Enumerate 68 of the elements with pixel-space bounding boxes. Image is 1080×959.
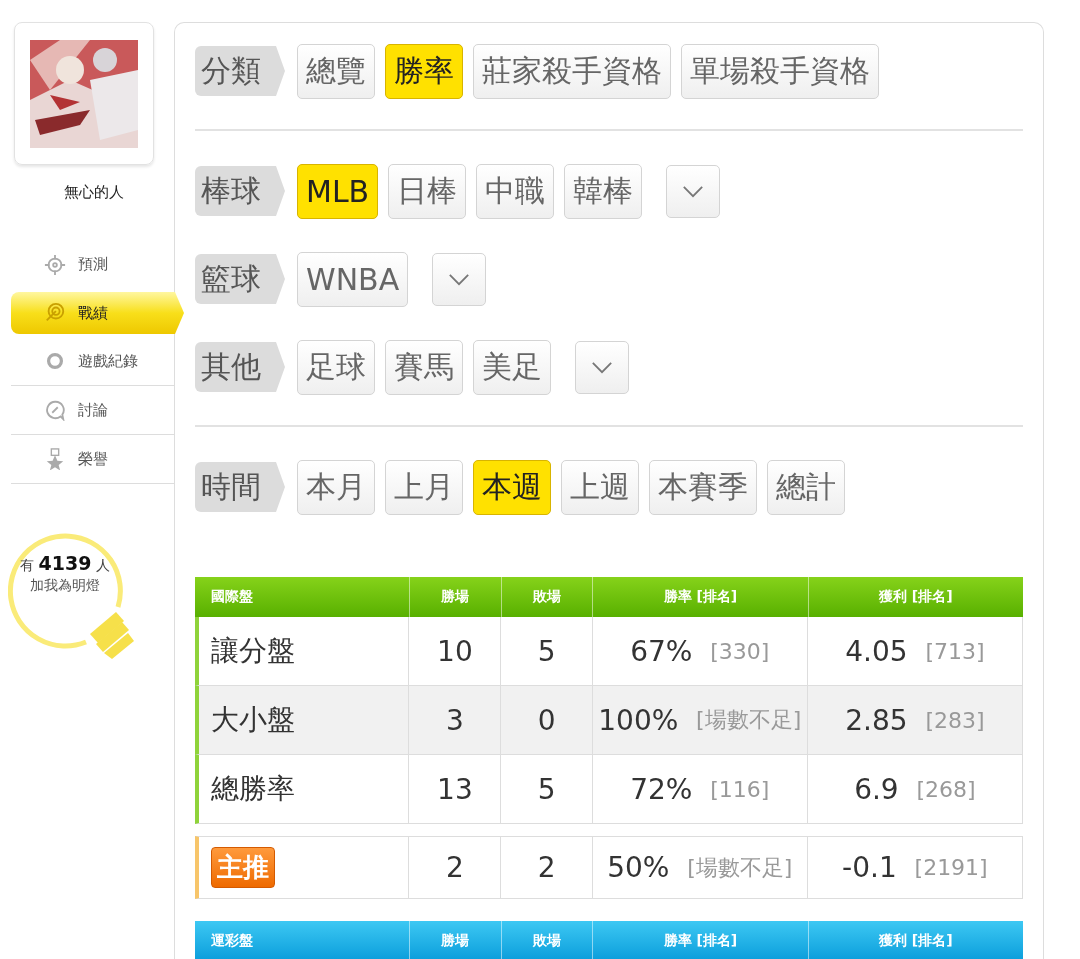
table-cell: 5 bbox=[500, 617, 592, 685]
table-cell-text: 讓分盤 bbox=[210, 633, 296, 669]
table-cell: 50% [場數不足] bbox=[591, 837, 807, 898]
filter-chip[interactable]: 中職 bbox=[476, 163, 555, 219]
filter-chip[interactable]: 單場殺手資格 bbox=[681, 43, 879, 99]
column-header: 勝場 bbox=[408, 577, 501, 617]
filter-chip[interactable]: 足球 bbox=[297, 339, 375, 395]
filter-label: 籃球 bbox=[195, 254, 285, 304]
filter-chip[interactable]: 本賽季 bbox=[649, 459, 757, 515]
filter-label: 時間 bbox=[195, 462, 285, 512]
table-cell: 6.9 [268] bbox=[806, 755, 1022, 823]
dropdown-button[interactable] bbox=[575, 340, 629, 394]
filter-chip[interactable]: 上週 bbox=[561, 459, 639, 515]
follower-count: 有 4139 人 bbox=[20, 552, 110, 575]
table-cell: -0.1 [2191] bbox=[806, 837, 1022, 898]
dropdown-button[interactable] bbox=[666, 164, 721, 218]
column-header: 運彩盤 bbox=[210, 931, 254, 950]
filter-chip[interactable]: 日棒 bbox=[388, 163, 467, 219]
column-header: 國際盤 bbox=[210, 587, 254, 606]
filter-label: 其他 bbox=[195, 342, 285, 392]
filter-chip[interactable]: 莊家殺手資格 bbox=[473, 43, 671, 99]
target-icon bbox=[44, 302, 66, 324]
filter-label: 棒球 bbox=[195, 166, 285, 216]
table-cell: 2 bbox=[500, 837, 592, 898]
table-cell-text: 大小盤 bbox=[210, 702, 296, 738]
filter-chip[interactable]: 總覽 bbox=[297, 43, 375, 99]
chevron-down-icon bbox=[448, 272, 471, 286]
ring-icon bbox=[44, 350, 66, 372]
medal-star-icon bbox=[44, 448, 66, 470]
table-cell: 0 bbox=[500, 686, 592, 754]
filter-chip[interactable]: WNBA bbox=[297, 251, 409, 307]
column-header: 敗場 bbox=[500, 921, 593, 959]
follower-caption: 加我為明燈 bbox=[30, 577, 100, 595]
chevron-down-icon bbox=[591, 360, 613, 374]
table-cell: 67% [330] bbox=[591, 617, 807, 685]
table-cell: 100% [場數不足] bbox=[591, 686, 807, 754]
table-cell: 2.85 [283] bbox=[806, 686, 1022, 754]
column-header: 勝率 [排名] bbox=[592, 577, 808, 617]
crosshair-icon bbox=[44, 253, 66, 276]
table-cell-text: 總勝率 bbox=[210, 771, 296, 807]
column-header: 勝場 bbox=[408, 921, 501, 959]
table-cell: 13 bbox=[408, 755, 501, 823]
table-cell: 4.05 [713] bbox=[806, 617, 1022, 685]
table-cell: 5 bbox=[500, 755, 592, 823]
column-header: 勝率 [排名] bbox=[592, 921, 808, 959]
dropdown-button[interactable] bbox=[432, 252, 487, 306]
filter-chip[interactable]: 韓棒 bbox=[564, 163, 643, 219]
table-cell: 10 bbox=[408, 617, 501, 685]
sidebar-item[interactable]: 戰績 bbox=[11, 292, 184, 334]
filter-chip[interactable]: MLB bbox=[297, 163, 379, 219]
username: 無心的人 bbox=[62, 183, 125, 202]
column-header: 敗場 bbox=[500, 577, 593, 617]
pencil-bubble-icon bbox=[44, 399, 66, 421]
column-header: 獲利 [排名] bbox=[807, 921, 1023, 959]
column-header: 獲利 [排名] bbox=[807, 577, 1023, 617]
filter-chip[interactable]: 賽馬 bbox=[385, 339, 463, 395]
filter-chip[interactable]: 勝率 bbox=[385, 43, 463, 99]
filter-chip[interactable]: 美足 bbox=[473, 339, 551, 395]
filter-chip[interactable]: 本週 bbox=[473, 459, 551, 515]
chevron-down-icon bbox=[682, 184, 705, 198]
filter-label: 分類 bbox=[195, 46, 285, 96]
featured-badge: 主推 bbox=[211, 847, 275, 888]
filter-chip[interactable]: 總計 bbox=[767, 459, 845, 515]
table-cell: 72% [116] bbox=[591, 755, 807, 823]
table-cell: 2 bbox=[408, 837, 501, 898]
filter-chip[interactable]: 本月 bbox=[297, 459, 375, 515]
table-cell: 3 bbox=[408, 686, 501, 754]
filter-chip[interactable]: 上月 bbox=[385, 459, 463, 515]
